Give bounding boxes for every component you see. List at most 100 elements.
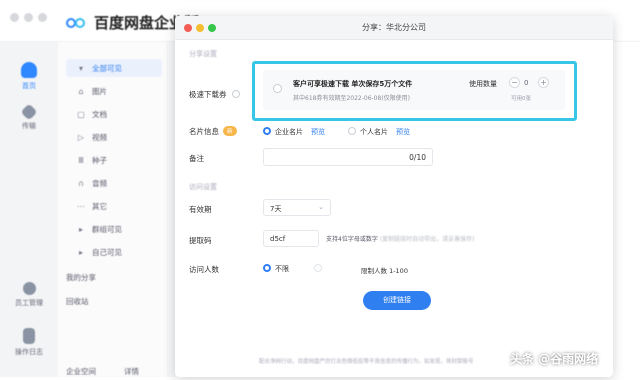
nav-label: 群组可见 [92, 224, 122, 234]
extract-code-hint-text: 支持4位字母或数字 [326, 236, 378, 243]
personal-card-radio[interactable] [348, 127, 356, 135]
rail-item-transfer[interactable]: 传输 [0, 103, 58, 131]
note-input[interactable]: 0/10 [263, 148, 433, 166]
note-char-count: 0/10 [409, 153, 426, 162]
nav-label: 音频 [92, 178, 107, 188]
document-icon: ▢ [77, 109, 85, 119]
transfer-icon [20, 103, 38, 121]
chevron-down-icon: ⌄ [318, 203, 324, 211]
nav-item-images[interactable]: ⌂ 图片 [66, 82, 162, 100]
nav-item-my-shares[interactable]: 我的分享 [66, 268, 162, 286]
rail-label: 传输 [22, 122, 36, 130]
coupon-title: 客户可享极速下载 单次保存5万个文件 [293, 80, 413, 88]
coupon-highlight-box: 客户可享极速下载 单次保存5万个文件 其中618券有效期至2022-06-08(… [252, 61, 577, 121]
visitors-limit-hint: 限制人数 1-100 [361, 267, 408, 275]
nav-label: 种子 [92, 155, 107, 165]
visitors-limit-input[interactable] [337, 264, 353, 274]
coupon-subtitle: 其中618券有效期至2022-06-08(仅限使用) [293, 95, 411, 102]
rail-item-log[interactable]: 操作日志 [0, 328, 58, 357]
nav-label: 视频 [92, 132, 107, 142]
nav-item-self-visible[interactable]: ▸ 自己可见 [66, 243, 162, 261]
cloud-icon [21, 62, 37, 78]
nav-footer-right: 详情 [124, 366, 139, 376]
help-icon[interactable] [231, 90, 240, 98]
quantity-value: 0 [524, 79, 529, 87]
minus-icon[interactable]: − [509, 77, 520, 88]
chevron-right-icon: ▸ [78, 224, 83, 234]
torrent-icon: Ⅲ [78, 155, 84, 165]
nav-item-videos[interactable]: ▷ 视频 [66, 128, 162, 146]
minimize-dot-icon[interactable] [24, 13, 33, 22]
nav-label: 图片 [92, 86, 107, 96]
nav-item-all-visible[interactable]: ▾ 全部可见 [66, 59, 162, 77]
nav-item-docs[interactable]: ▢ 文档 [66, 105, 162, 123]
nav-item-torrents[interactable]: Ⅲ 种子 [66, 151, 162, 169]
baidu-netdisk-logo-icon [66, 14, 88, 32]
nav-label: 文档 [92, 109, 107, 119]
extract-code-hint-note: (复制链接时自动带出，请妥善保存) [379, 236, 475, 243]
extract-code-input[interactable]: d5cf [263, 230, 319, 247]
visitors-unlimited-option[interactable]: 不限 [275, 264, 289, 274]
company-card-option[interactable]: 企业名片 [275, 127, 303, 137]
plus-icon[interactable]: + [538, 77, 549, 88]
nav-label: 回收站 [66, 296, 89, 306]
nav-label: 自己可见 [92, 247, 122, 257]
nav-item-other[interactable]: ⋯ 其它 [66, 197, 162, 215]
nav-item-recycle-bin[interactable]: 回收站 [66, 292, 162, 310]
video-icon: ▷ [77, 132, 85, 142]
extract-code-value: d5cf [270, 235, 286, 243]
left-rail: 首页 传输 员工管理 操作日志 [0, 42, 58, 377]
zoom-dot-icon[interactable] [38, 13, 47, 22]
nav-label: 全部可见 [92, 63, 122, 73]
validity-select[interactable]: 7天 ⌄ [263, 199, 331, 216]
card-info-label: 名片信息新 [189, 126, 237, 137]
enterprise-space-label: 企业空间 [66, 362, 106, 380]
rail-label: 员工管理 [15, 299, 43, 307]
main-content-edge [613, 42, 640, 377]
folder-nav: ▾ 全部可见 ⌂ 图片 ▢ 文档 ▷ 视频 Ⅲ 种子 ∩ 音频 ⋯ 其它 ▸ 群 [58, 42, 168, 377]
create-link-button[interactable]: 创建链接 [363, 291, 431, 310]
people-icon [22, 282, 36, 295]
section-share-settings: 分享设置 [189, 50, 217, 58]
new-badge: 新 [223, 126, 237, 136]
note-label: 备注 [189, 154, 204, 163]
chevron-right-icon: ▸ [78, 247, 83, 257]
validity-label: 有效期 [189, 205, 212, 214]
chevron-down-icon: ▾ [78, 63, 83, 73]
nav-item-audio[interactable]: ∩ 音频 [66, 174, 162, 192]
log-icon [23, 328, 35, 344]
close-dot-icon[interactable] [10, 13, 19, 22]
visitors-label: 访问人数 [189, 265, 219, 274]
headphones-icon: ∩ [78, 178, 84, 188]
dialog-title: 分享：华北分公司 [362, 23, 426, 32]
card-info-label-text: 名片信息 [189, 127, 219, 136]
company-card-radio[interactable] [263, 127, 271, 135]
rail-item-home[interactable]: 首页 [0, 62, 58, 91]
quantity-label: 使用数量 [469, 80, 497, 88]
quantity-remaining: 可用0张 [511, 96, 531, 102]
visitors-limit-radio[interactable] [314, 264, 322, 272]
watermark: 头条 @谷雨网络 [510, 352, 599, 366]
rail-item-staff[interactable]: 员工管理 [0, 282, 58, 308]
coupon-card: 客户可享极速下载 单次保存5万个文件 其中618券有效期至2022-06-08(… [263, 70, 565, 110]
share-dialog: 分享：华北分公司 分享设置 极速下载券 客户可享极速下载 单次保存5万个文件 其… [175, 16, 613, 377]
dialog-titlebar: 分享：华北分公司 [175, 16, 613, 40]
personal-card-option[interactable]: 个人名片 [360, 127, 388, 137]
image-icon: ⌂ [78, 86, 84, 96]
coupon-radio[interactable] [273, 84, 282, 93]
nav-label: 我的分享 [66, 272, 96, 282]
coupon-label-text: 极速下载券 [189, 90, 227, 99]
visitors-unlimited-radio[interactable] [263, 264, 271, 272]
rail-label: 操作日志 [15, 348, 43, 356]
coupon-label: 极速下载券 [189, 89, 240, 100]
extract-code-hint: 支持4位字母或数字 (复制链接时自动带出，请妥善保存) [326, 234, 474, 243]
company-card-preview-link[interactable]: 预览 [311, 127, 325, 137]
app-window: 百度网盘企业版 首页 传输 员工管理 操作日志 ▾ 全部可见 ⌂ 图片 ▢ 文档… [0, 0, 640, 377]
personal-card-preview-link[interactable]: 预览 [396, 127, 410, 137]
dialog-footer-notice: 配合净网行动，百度网盘严厉打击色情低俗等不良信息的传播行为，如发现，将封禁账号 [259, 359, 474, 365]
rail-label: 首页 [22, 82, 36, 90]
section-access-settings: 访问设置 [189, 183, 217, 191]
extract-code-label: 提取码 [189, 236, 212, 245]
space-details-link[interactable]: 详情 [124, 362, 164, 380]
nav-item-group-visible[interactable]: ▸ 群组可见 [66, 220, 162, 238]
